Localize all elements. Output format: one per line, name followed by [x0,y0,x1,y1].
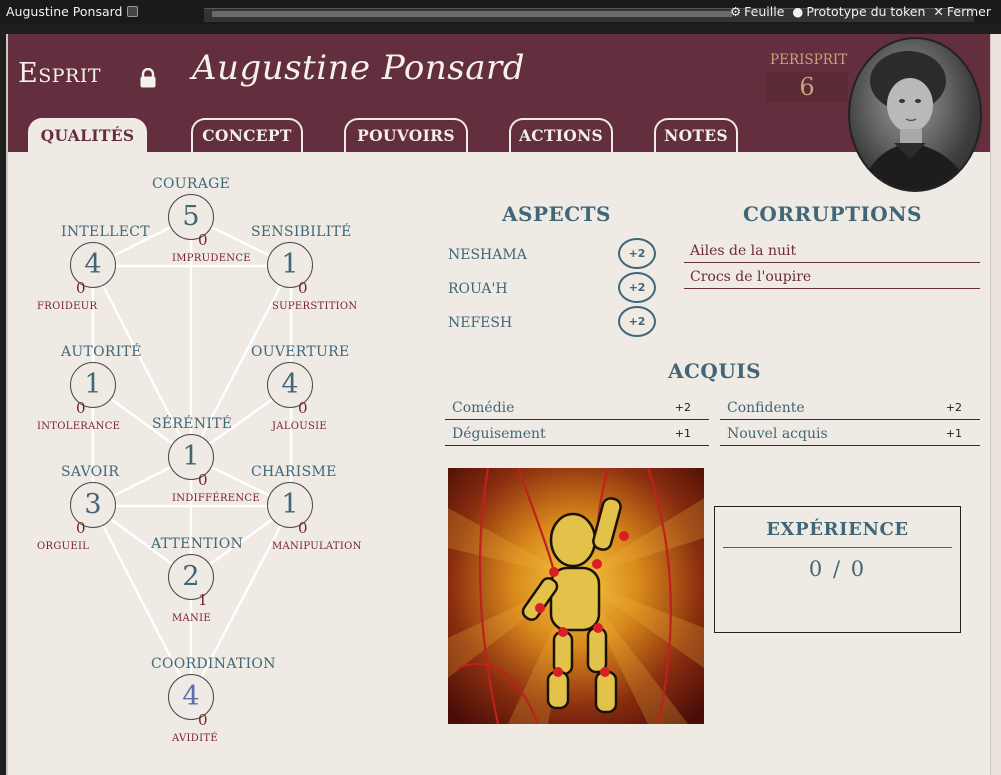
acquis-value: +2 [945,401,962,414]
quality-charisme-flaw: MANIPULATION [272,541,362,552]
quality-coordination-flaw-value[interactable]: 0 [198,711,208,729]
tab-concept[interactable]: CONCEPT [191,118,303,154]
close-icon: ✕ [933,4,944,19]
aspect-neshama-label: NESHAMA [448,247,527,263]
tab-pouvoirs[interactable]: POUVOIRS [344,118,468,154]
tab-notes[interactable]: NOTES [654,118,738,154]
quality-autorite-flaw: INTOLERANCE [37,421,121,432]
quality-ouverture-flaw: JALOUSIE [272,421,327,432]
quality-intellect-label: INTELLECT [61,224,150,240]
perisprit-value[interactable]: 6 [766,72,848,102]
quality-savoir-label: SAVOIR [61,464,120,480]
experience-current[interactable]: 0 [809,557,824,581]
acquis-value: +2 [674,401,691,414]
experience-total[interactable]: 0 [851,557,866,581]
portrait-image [861,51,973,190]
window-title: Augustine Ponsard [6,4,138,19]
corruption-item[interactable]: Ailes de la nuit [684,239,980,263]
quality-ouverture-label: OUVERTURE [251,344,350,360]
quality-coordination-flaw: AVIDITÉ [172,733,218,744]
quality-serenite-flaw: INDIFFÉRENCE [172,493,260,504]
quality-attention-flaw-value[interactable]: 1 [198,591,208,609]
quality-sensibilite-flaw-value[interactable]: 0 [298,279,308,297]
aspect-neshama-bonus[interactable]: +2 [618,238,656,269]
aspect-nefesh-bonus[interactable]: +2 [618,306,656,337]
aspect-nefesh-label: NEFESH [448,315,513,331]
corruption-item[interactable]: Crocs de l'oupire [684,265,980,289]
quality-attention-label: ATTENTION [151,536,244,552]
acquis-title: ACQUIS [668,359,762,383]
experience-box: EXPÉRIENCE 0 / 0 [714,506,961,633]
gear-icon: ⚙ [729,4,742,19]
qualities-tree: COURAGE 5 0 IMPRUDENCE INTELLECT 4 0 FRO… [8,152,438,775]
aspects-title: ASPECTS [502,202,611,226]
quality-serenite-flaw-value[interactable]: 0 [198,471,208,489]
quality-charisme-flaw-value[interactable]: 0 [298,519,308,537]
token-prototype-button[interactable]: ● Prototype du token [792,4,925,19]
quality-savoir-flaw: ORGUEIL [37,541,90,552]
quality-autorite-flaw-value[interactable]: 0 [76,399,86,417]
character-sheet: Esprit Augustine Ponsard PERISPRIT 6 QUA… [6,34,992,775]
tab-qualites[interactable]: QUALITÉS [28,118,147,154]
window-titlebar: Augustine Ponsard ⚙ Feuille ● Prototype du… [0,0,1001,24]
perisprit-label: PERISPRIT [770,52,848,68]
quality-serenite-label: SÉRÉNITÉ [152,416,233,432]
acquis-name: Confidente [727,400,805,416]
token-prototype-label: Prototype du token [806,4,926,19]
character-name[interactable]: Augustine Ponsard [192,48,525,88]
quality-charisme-label: CHARISME [251,464,337,480]
quality-intellect-flaw-value[interactable]: 0 [76,279,86,297]
quality-courage-label: COURAGE [152,176,231,192]
acquis-item[interactable]: Nouvel acquis +1 [720,422,980,446]
quality-courage-flaw: IMPRUDENCE [172,253,251,264]
quality-intellect-flaw: FROIDEUR [37,301,98,312]
window-actions: ⚙ Feuille ● Prototype du token ✕ Fermer [730,4,991,19]
quality-attention-flaw: MANIE [172,613,211,624]
experience-values: 0 / 0 [715,557,960,581]
vertical-scrollbar[interactable] [990,34,1001,775]
character-kind: Esprit [18,58,101,89]
experience-title: EXPÉRIENCE [766,519,909,540]
experience-separator: / [832,557,843,581]
lock-icon[interactable] [138,68,158,88]
acquis-item[interactable]: Déguisement +1 [445,422,709,446]
sheet-header: Esprit Augustine Ponsard PERISPRIT 6 QUA… [8,34,992,154]
experience-divider [723,547,952,549]
acquis-value: +1 [945,427,962,440]
acquis-name: Déguisement [452,426,546,442]
close-button[interactable]: ✕ Fermer [933,4,991,19]
sheet-button-label: Feuille [744,4,785,19]
corruptions-title: CORRUPTIONS [743,202,922,226]
aspect-rouah-label: ROUA'H [448,281,508,297]
spirit-illustration [448,468,704,724]
acquis-name: Nouvel acquis [727,426,828,442]
acquis-item[interactable]: Comédie +2 [445,396,709,420]
acquis-name: Comédie [452,400,515,416]
quality-savoir-flaw-value[interactable]: 0 [76,519,86,537]
scrollbar-thumb[interactable] [212,11,732,17]
aspect-rouah-bonus[interactable]: +2 [618,272,656,303]
acquis-value: +1 [674,427,691,440]
quality-courage-flaw-value[interactable]: 0 [198,231,208,249]
quality-coordination-label: COORDINATION [151,656,276,672]
acquis-item[interactable]: Confidente +2 [720,396,980,420]
wooden-puppet-image [448,468,704,724]
sheet-icon [126,6,138,17]
sheet-button[interactable]: ⚙ Feuille [730,4,784,19]
quality-ouverture-flaw-value[interactable]: 0 [298,399,308,417]
window-title-text: Augustine Ponsard [6,4,123,19]
quality-sensibilite-flaw: SUPERSTITION [272,301,358,312]
close-button-label: Fermer [946,4,991,19]
quality-autorite-label: AUTORITÉ [61,344,142,360]
user-circle-icon: ● [792,4,804,19]
quality-sensibilite-label: SENSIBILITÉ [251,224,352,240]
tab-actions[interactable]: ACTIONS [509,118,613,154]
character-portrait[interactable] [848,37,982,192]
